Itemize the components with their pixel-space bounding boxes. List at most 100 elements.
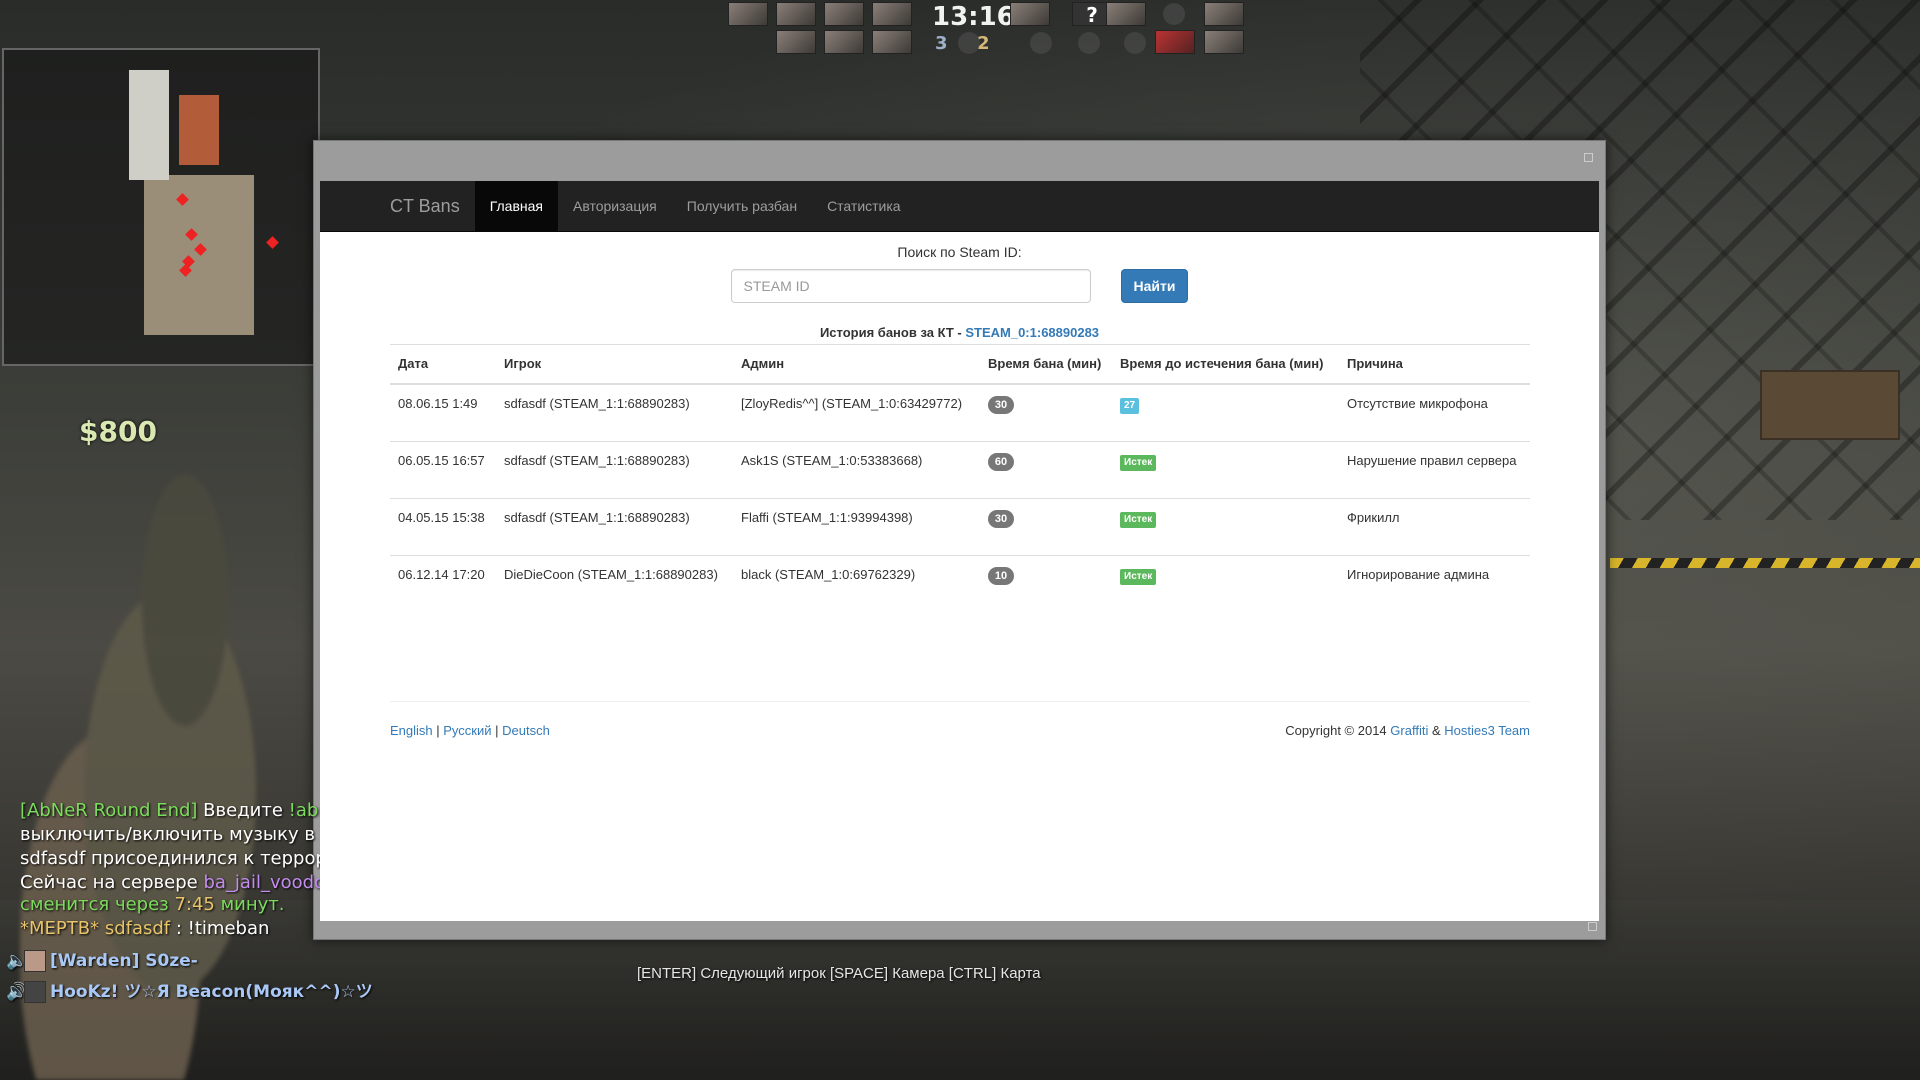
ct-player-avatar (872, 30, 912, 54)
cell-expires: Истек (1112, 497, 1339, 555)
spectator-hint: [ENTER] Следующий игрок [SPACE] Камера [… (637, 965, 1041, 982)
radar-map (119, 65, 279, 355)
table-row: 06.12.14 17:20 DieDieCoon (STEAM_1:1:688… (390, 554, 1530, 612)
voice-player-name: HooKz! ツ☆Я Beacon(Мояк^^)☆ツ (50, 982, 373, 1002)
chat-segment: Сейчас на сервере (20, 872, 204, 893)
skull-icon (958, 32, 980, 54)
expires-label: 27 (1120, 398, 1140, 414)
t-player-avatar (1106, 2, 1146, 26)
steam-id-input[interactable] (730, 269, 1091, 303)
nav-item-login[interactable]: Авторизация (558, 181, 672, 231)
skull-icon (1163, 3, 1185, 25)
ban-time-badge: 30 (988, 509, 1014, 528)
cell-player: sdfasdf (STEAM_1:1:68890283) (496, 440, 733, 498)
language-link-russian[interactable]: Русский (443, 723, 491, 738)
skull-icon (1124, 32, 1146, 54)
language-separator: | (491, 723, 503, 738)
chat-line: [AbNeR Round End] Введите !abr (20, 798, 320, 824)
find-button[interactable]: Найти (1120, 269, 1189, 303)
speaker-icon: 🔈 (6, 951, 28, 971)
ct-score: 3 (935, 33, 948, 54)
chat-segment: Введите (203, 800, 289, 821)
cell-date: 06.12.14 17:20 (390, 554, 496, 612)
cell-expires: Истек (1112, 440, 1339, 498)
window-resize-handle[interactable] (1588, 922, 1597, 931)
cell-expires: 27 (1112, 383, 1339, 441)
cell-ban-time: 30 (980, 497, 1112, 555)
chat-line: выключить/включить музыку в кон (20, 824, 320, 846)
chat-segment: выключить/включить музыку в кон (20, 824, 320, 845)
cell-admin: Flaffi (STEAM_1:1:93994398) (733, 497, 980, 555)
cell-date: 08.06.15 1:49 (390, 383, 496, 441)
search-label: Поиск по Steam ID: (897, 244, 1022, 260)
nav-item-home[interactable]: Главная (474, 181, 558, 231)
skull-icon (1030, 32, 1052, 54)
ct-player-avatar (776, 30, 816, 54)
nav-item-unban[interactable]: Получить разбан (672, 181, 812, 231)
language-link-english[interactable]: English (390, 723, 433, 738)
chat-line: Сейчас на сервере ba_jail_voodoo (20, 872, 320, 894)
cell-ban-time: 30 (980, 383, 1112, 441)
chat-line: *МЕРТВ* sdfasdf : !timeban (20, 916, 320, 942)
ban-time-badge: 30 (988, 396, 1014, 414)
cell-admin: Ask1S (STEAM_1:0:53383668) (733, 440, 980, 498)
navbar-brand[interactable]: CT Bans (390, 181, 475, 231)
t-player-avatar (1204, 30, 1244, 54)
language-link-deutsch[interactable]: Deutsch (502, 723, 550, 738)
language-switcher: English | Русский | Deutsch (390, 723, 550, 738)
column-header-player: Игрок (496, 344, 733, 385)
column-header-expires: Время до истечения бана (мин) (1112, 344, 1339, 385)
voice-indicator: 🔊 HooKz! ツ☆Я Beacon(Мояк^^)☆ツ (6, 977, 373, 1003)
credit-link-graffiti[interactable]: Graffiti (1390, 723, 1428, 738)
hazard-stripe (1610, 558, 1920, 568)
chat-segment: минут. (214, 894, 285, 915)
browser-window: CT Bans Главная Авторизация Получить раз… (313, 140, 1606, 940)
cell-player: sdfasdf (STEAM_1:1:68890283) (496, 497, 733, 555)
navbar: CT Bans Главная Авторизация Получить раз… (320, 181, 1599, 232)
table-header-row: Дата Игрок Админ Время бана (мин) Время … (390, 344, 1530, 385)
t-player-avatar (1010, 2, 1050, 26)
ban-time-badge: 60 (988, 452, 1014, 471)
chat-line: сменится через 7:45 минут. (20, 894, 320, 916)
bans-table-wrapper: Дата Игрок Админ Время бана (мин) Время … (390, 344, 1530, 612)
chat-segment: 7:45 (174, 894, 215, 915)
column-header-admin: Админ (733, 344, 980, 385)
expired-label: Истек (1120, 568, 1157, 585)
ct-player-avatar (824, 30, 864, 54)
window-maximize-button[interactable] (1584, 153, 1593, 162)
column-header-date: Дата (390, 344, 496, 385)
chat-log: [AbNeR Round End] Введите !abr выключить… (20, 798, 320, 942)
nav-item-stats[interactable]: Статистика (812, 181, 916, 231)
cell-ban-time: 10 (980, 554, 1112, 612)
ct-player-avatar (872, 2, 912, 26)
expired-label: Истек (1120, 454, 1157, 471)
search-row: Найти (320, 269, 1599, 303)
speaker-icon: 🔊 (6, 982, 28, 1002)
cell-player: DieDieCoon (STEAM_1:1:68890283) (496, 554, 733, 612)
ban-time-badge: 10 (988, 566, 1014, 585)
table-row: 04.05.15 15:38 sdfasdf (STEAM_1:1:688902… (390, 497, 1530, 555)
radar-minimap (2, 48, 320, 366)
cell-reason: Отсутствие микрофона (1339, 383, 1530, 441)
table-row: 08.06.15 1:49 sdfasdf (STEAM_1:1:6889028… (390, 383, 1530, 441)
chat-segment: [AbNeR Round End] (20, 800, 204, 821)
ct-player-avatar (728, 2, 768, 26)
background-crate (1760, 370, 1900, 440)
copyright-amp: & (1428, 723, 1445, 738)
history-title-prefix: История банов за КТ - (819, 325, 966, 340)
hud-scoreboard: 13:16 3 2 ? (728, 2, 1248, 58)
avatar (24, 950, 46, 972)
chat-segment: : !timeban (170, 918, 270, 939)
avatar (24, 981, 46, 1003)
money-counter: $800 (79, 415, 157, 448)
chat-segment: ba_jail_voodoo (203, 872, 320, 893)
page-content: CT Bans Главная Авторизация Получить раз… (320, 181, 1599, 921)
copyright-text: Copyright © 2014 (1285, 723, 1391, 738)
copyright: Copyright © 2014 Graffiti & Hosties3 Tea… (1285, 723, 1530, 738)
cell-date: 04.05.15 15:38 (390, 497, 496, 555)
chat-line: sdfasdf присоединился к террорис (20, 846, 320, 872)
history-steam-id[interactable]: STEAM_0:1:68890283 (965, 325, 1099, 340)
cell-reason: Игнорирование админа (1339, 554, 1530, 612)
bans-table: Дата Игрок Админ Время бана (мин) Время … (390, 344, 1530, 612)
credit-link-hosties3[interactable]: Hosties3 Team (1444, 723, 1530, 738)
